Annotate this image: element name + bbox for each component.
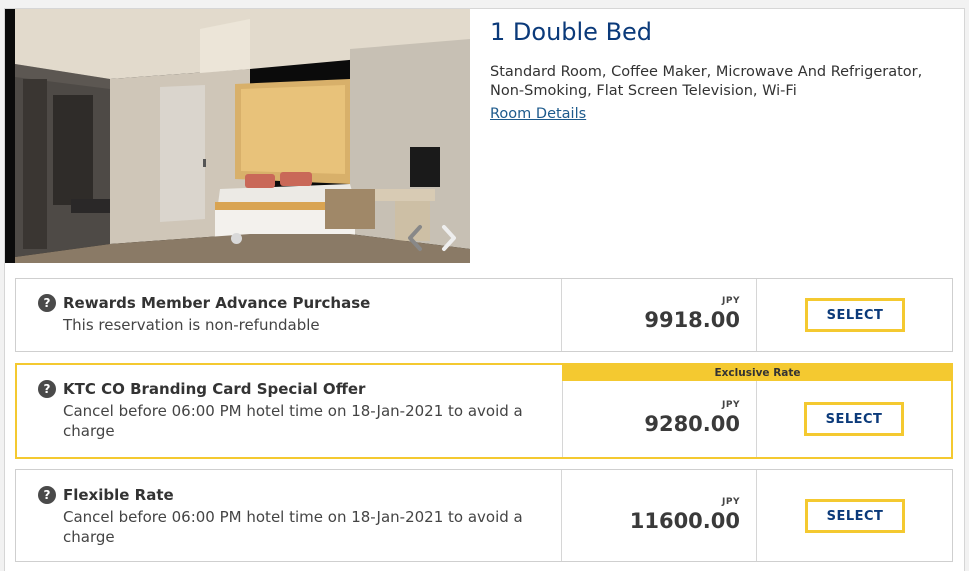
currency-label: JPY <box>722 296 740 306</box>
help-icon[interactable]: ? <box>38 380 56 398</box>
rate-row-rewards: ? Rewards Member Advance Purchase This r… <box>15 278 953 352</box>
room-photo[interactable] <box>5 9 470 263</box>
gallery-next-button[interactable] <box>438 223 460 253</box>
rate-name: ? KTC CO Branding Card Special Offer <box>38 380 538 398</box>
price-cell: JPY 9918.00 <box>562 296 756 332</box>
price-cell: JPY 9280.00 <box>562 400 756 436</box>
rate-name-label: Rewards Member Advance Purchase <box>63 294 371 312</box>
room-description: Standard Room, Coffee Maker, Microwave A… <box>490 64 923 99</box>
currency-label: JPY <box>722 497 740 507</box>
rate-name-label: Flexible Rate <box>63 486 174 504</box>
exclusive-rate-badge: Exclusive Rate <box>562 365 953 381</box>
chevron-left-icon <box>408 225 422 251</box>
rate-name: ? Flexible Rate <box>38 486 538 504</box>
room-title: 1 Double Bed <box>490 18 653 46</box>
rate-info: ? Flexible Rate Cancel before 06:00 PM h… <box>38 486 538 547</box>
gallery-dot-active[interactable] <box>231 233 242 244</box>
rate-name: ? Rewards Member Advance Purchase <box>38 294 538 312</box>
gallery-prev-button[interactable] <box>404 223 426 253</box>
price-cell: JPY 11600.00 <box>562 497 756 533</box>
select-button[interactable]: SELECT <box>804 402 904 436</box>
currency-label: JPY <box>722 400 740 410</box>
rate-note: Cancel before 06:00 PM hotel time on 18-… <box>63 402 523 440</box>
price-amount: 9280.00 <box>644 412 740 436</box>
rate-note: Cancel before 06:00 PM hotel time on 18-… <box>63 508 523 546</box>
room-image <box>5 9 470 263</box>
divider <box>756 381 757 457</box>
divider <box>756 279 757 351</box>
price-amount: 9918.00 <box>644 308 740 332</box>
help-icon[interactable]: ? <box>38 486 56 504</box>
rate-note: This reservation is non-refundable <box>63 316 320 334</box>
rate-row-ktc: Exclusive Rate ? KTC CO Branding Card Sp… <box>15 363 953 459</box>
select-button[interactable]: SELECT <box>805 499 905 533</box>
chevron-right-icon <box>442 225 456 251</box>
rate-row-flexible: ? Flexible Rate Cancel before 06:00 PM h… <box>15 469 953 562</box>
divider <box>756 470 757 561</box>
rate-info: ? KTC CO Branding Card Special Offer Can… <box>38 380 538 441</box>
help-icon[interactable]: ? <box>38 294 56 312</box>
select-button[interactable]: SELECT <box>805 298 905 332</box>
rate-info: ? Rewards Member Advance Purchase This r… <box>38 294 538 335</box>
rate-name-label: KTC CO Branding Card Special Offer <box>63 380 366 398</box>
price-amount: 11600.00 <box>629 509 740 533</box>
gallery-dots <box>231 233 242 244</box>
room-details-link[interactable]: Room Details <box>490 106 586 122</box>
